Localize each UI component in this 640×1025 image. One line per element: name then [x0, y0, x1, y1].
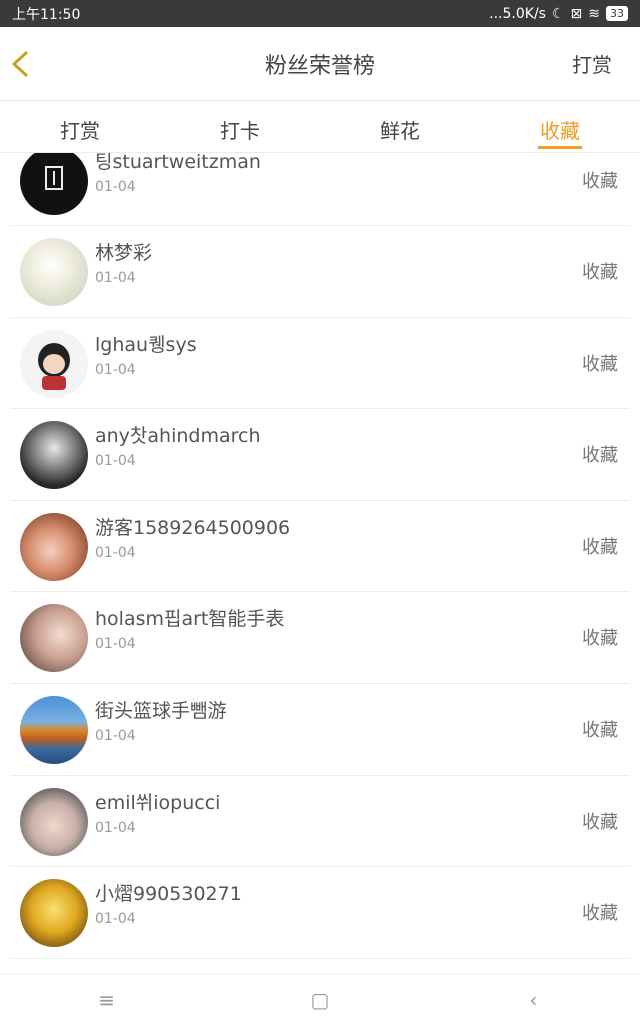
favorite-label[interactable]: 收藏	[582, 624, 618, 650]
date: 01-04	[95, 179, 136, 195]
avatar	[20, 787, 88, 856]
list-item[interactable]: 林梦彩 01-04 收藏	[10, 226, 630, 318]
list-item[interactable]: holasm핍art智能手表 01-04 收藏	[10, 592, 630, 684]
list-item[interactable]: emil쒸iopucci 01-04 收藏	[10, 776, 630, 868]
sim-icon: ⊠	[570, 5, 583, 22]
tab-favorites[interactable]: 收藏	[480, 101, 640, 152]
tab-bar: 打赏 打卡 鲜花 收藏	[0, 101, 640, 153]
chevron-left-icon	[12, 51, 28, 77]
back-icon[interactable]: ‹	[503, 988, 563, 1012]
user-name: 游客1589264500906	[95, 516, 291, 539]
avatar	[20, 604, 88, 673]
list-item[interactable]: any찻ahindmarch 01-04 收藏	[10, 409, 630, 501]
list-item[interactable]: 팅stuartweitzman 01-04 收藏	[10, 153, 630, 226]
status-time: 上午11:50	[12, 6, 81, 23]
date: 01-04	[95, 361, 136, 378]
date: 01-04	[95, 636, 136, 653]
avatar	[20, 879, 88, 948]
favorite-label[interactable]: 收藏	[582, 258, 618, 284]
avatar	[20, 329, 88, 398]
tab-reward[interactable]: 打赏	[0, 101, 160, 152]
user-name: 팅stuartweitzman	[95, 153, 261, 173]
date: 01-04	[95, 270, 136, 286]
favorite-label[interactable]: 收藏	[582, 899, 618, 925]
battery-icon: 33	[606, 6, 628, 21]
user-name: 街头篮球手뺌游	[95, 699, 227, 722]
date: 01-04	[95, 911, 136, 928]
page-title: 粉丝荣誉榜	[264, 53, 375, 79]
date: 01-04	[95, 453, 136, 470]
user-name: 林梦彩	[95, 242, 153, 264]
date: 01-04	[95, 544, 136, 561]
favorite-label[interactable]: 收藏	[582, 441, 618, 467]
moon-icon: ☾	[551, 5, 565, 22]
avatar	[20, 512, 88, 581]
system-nav-bar: ≡ ▢ ‹	[0, 973, 640, 1025]
user-name: 小熠990530271	[95, 883, 242, 906]
date: 01-04	[95, 727, 136, 744]
favorite-label[interactable]: 收藏	[582, 533, 618, 559]
user-name: emil쒸iopucci	[95, 791, 221, 814]
list-item[interactable]: 街头篮球手뺌游 01-04 收藏	[10, 684, 630, 776]
back-button[interactable]	[8, 49, 36, 79]
list-item[interactable]: 游客1589264500906 01-04 收藏	[10, 501, 630, 593]
header: 粉丝荣誉榜 打赏	[0, 27, 640, 101]
tab-flowers[interactable]: 鲜花	[320, 101, 480, 152]
tab-checkin[interactable]: 打卡	[160, 101, 320, 152]
avatar	[20, 153, 88, 215]
fan-list: 팅stuartweitzman 01-04 收藏 林梦彩 01-04 收藏 lg…	[0, 153, 640, 973]
avatar	[20, 695, 88, 764]
avatar	[20, 238, 88, 306]
avatar	[20, 421, 88, 490]
list-item[interactable]: lghau퀭sys 01-04 收藏	[10, 318, 630, 410]
favorite-label[interactable]: 收藏	[582, 350, 618, 376]
reward-button[interactable]: 打赏	[572, 49, 612, 78]
date: 01-04	[95, 819, 136, 836]
wifi-icon: ≋	[588, 5, 600, 22]
user-name: lghau퀭sys	[95, 333, 197, 356]
user-name: holasm핍art智能手表	[95, 608, 285, 631]
status-bar: 上午11:50 ...5.0K/s ☾ ⊠ ≋ 33	[0, 0, 640, 27]
home-icon[interactable]: ▢	[290, 988, 350, 1012]
user-name: any찻ahindmarch	[95, 425, 261, 448]
list-item[interactable]: 小熠990530271 01-04 收藏	[10, 867, 630, 959]
favorite-label[interactable]: 收藏	[582, 167, 618, 193]
menu-icon[interactable]: ≡	[77, 988, 137, 1012]
favorite-label[interactable]: 收藏	[582, 808, 618, 834]
favorite-label[interactable]: 收藏	[582, 716, 618, 742]
network-speed: ...5.0K/s	[489, 5, 546, 22]
